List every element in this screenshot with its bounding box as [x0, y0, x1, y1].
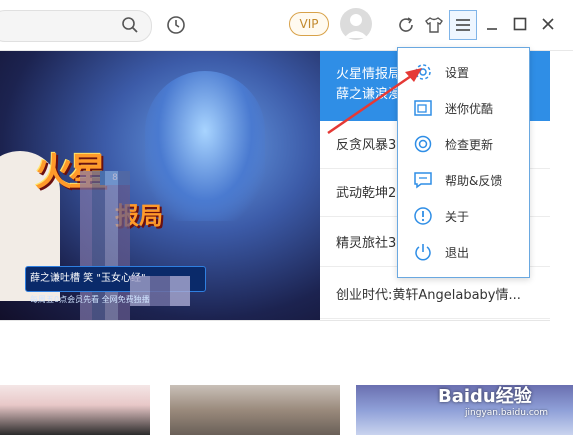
maximize-icon[interactable] [510, 14, 530, 34]
section-divider [0, 320, 550, 321]
close-icon[interactable] [538, 14, 558, 34]
menu-item-help-feedback[interactable]: 帮助&反馈 [398, 162, 529, 198]
main-menu-button[interactable] [449, 10, 477, 40]
menu-item-mini-youku[interactable]: 迷你优酷 [398, 90, 529, 126]
menu-item-about[interactable]: 关于 [398, 198, 529, 234]
gear-icon [413, 62, 433, 82]
hamburger-icon [456, 19, 470, 31]
feedback-icon [413, 170, 433, 190]
menu-item-settings[interactable]: 设置 [398, 54, 529, 90]
info-icon [413, 206, 433, 226]
menu-item-exit[interactable]: 退出 [398, 234, 529, 270]
vip-button[interactable]: VIP [289, 12, 329, 36]
skin-shirt-icon[interactable] [422, 13, 446, 37]
history-clock-icon[interactable] [165, 14, 187, 36]
refresh-icon[interactable] [395, 14, 417, 36]
menu-item-label: 设置 [445, 65, 470, 80]
avatar[interactable] [340, 8, 372, 40]
settings-dropdown-menu: 设置 迷你优酷 检查更新 帮助&反馈 关于 退出 [397, 47, 530, 278]
menu-item-check-update[interactable]: 检查更新 [398, 126, 529, 162]
menu-item-label: 退出 [445, 245, 470, 260]
menu-item-label: 帮助&反馈 [445, 173, 503, 188]
video-thumbnail[interactable] [170, 385, 340, 435]
list-item[interactable]: 创业时代:黄轩Angelababy情... [320, 273, 550, 319]
banner-subcaption: 每周五0点会员先看 全网免费独播 [30, 295, 150, 304]
baidu-watermark: Baidu经验 [438, 386, 532, 407]
search-icon[interactable] [120, 15, 140, 35]
power-icon [413, 242, 433, 262]
menu-item-label: 迷你优酷 [445, 101, 494, 116]
minimize-icon[interactable] [482, 14, 502, 34]
video-thumbnail[interactable] [0, 385, 150, 435]
menu-item-label: 检查更新 [445, 137, 494, 152]
mini-window-icon [413, 98, 433, 118]
menu-item-label: 关于 [445, 209, 470, 224]
update-icon [413, 134, 433, 154]
baidu-watermark-url: jingyan.baidu.com [465, 408, 549, 418]
featured-video-banner[interactable]: 火星 8 报局 薛之谦吐槽 笑 "玉女心经" 每周五0点会员先看 全网免费独播 [0, 51, 320, 320]
top-bar: VIP [0, 0, 573, 51]
